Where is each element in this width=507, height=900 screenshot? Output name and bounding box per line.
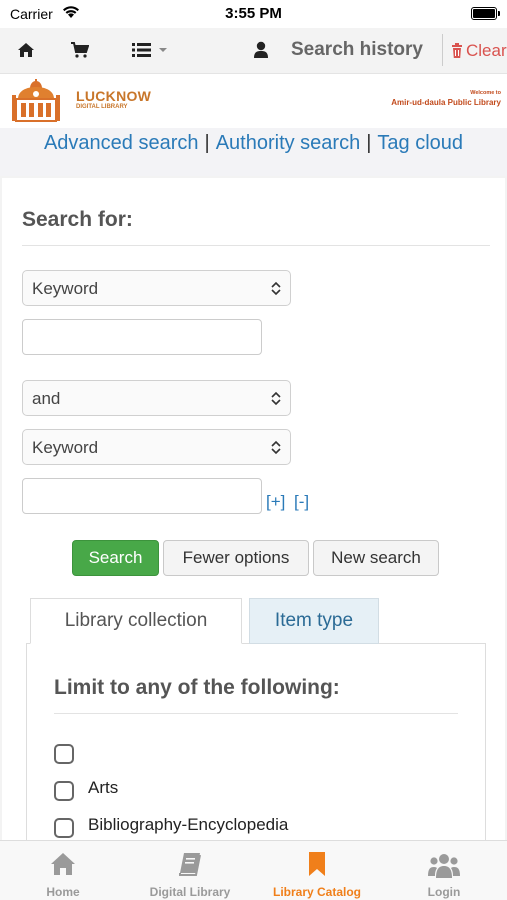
logo-title: LUCKNOW [76,88,152,104]
main-content: Search for: Keyword and Keyword [+] [-] … [0,176,507,843]
bottom-tab-bar: Home Digital Library Library Catalog Log… [0,840,507,900]
tab-digital-library[interactable]: Digital Library [127,841,253,900]
tab-label: Home [46,885,80,899]
search-for-heading: Search for: [22,208,133,231]
tab-label: Digital Library [149,885,231,899]
remove-field-link[interactable]: [-] [294,492,309,512]
search-button[interactable]: Search [72,540,159,576]
battery-icon [471,7,500,20]
select-value: Keyword [32,279,99,298]
bookmark-icon [254,851,380,879]
divider [22,245,490,246]
clock: 3:55 PM [225,5,282,22]
link-separator: | [366,132,372,154]
limit-checkbox-arts[interactable] [54,781,74,801]
authority-search-link[interactable]: Authority search [216,132,361,154]
trash-icon [451,43,463,63]
divider [442,34,443,66]
divider [54,713,458,714]
tab-label: Login [427,885,461,899]
search-history-link[interactable]: Search history [291,39,423,61]
advanced-search-link[interactable]: Advanced search [44,132,199,154]
select-value: Keyword [32,438,99,457]
add-field-link[interactable]: [+] [266,492,285,512]
cart-icon[interactable] [70,42,90,63]
field-2-index-select[interactable]: Keyword [22,429,291,465]
tab-library-catalog[interactable]: Library Catalog [254,841,380,900]
home-icon[interactable] [17,42,35,63]
library-logo-icon [12,79,60,128]
tab-item-type[interactable]: Item type [249,598,379,644]
users-icon [381,851,507,879]
limit-checkbox[interactable] [54,744,74,764]
top-nav: Search history Clear [0,28,507,74]
status-bar: Carrier 3:55 PM [0,0,507,28]
chevron-updown-icon [271,440,281,460]
tag-cloud-link[interactable]: Tag cloud [377,132,463,154]
chevron-updown-icon [271,281,281,301]
header-branding: LUCKNOW DIGITAL LIBRARY Welcome to Amir-… [0,74,507,128]
field-1-index-select[interactable]: Keyword [22,270,291,306]
advanced-search-form: Search for: Keyword and Keyword [+] [-] … [2,178,505,843]
search-term-input-1[interactable] [22,319,262,355]
chevron-updown-icon [271,391,281,411]
welcome-line-1: Welcome to [470,90,501,96]
limit-option-label: Arts [88,778,119,797]
limits-panel [26,643,486,843]
boolean-operator-select[interactable]: and [22,380,291,416]
link-separator: | [204,132,210,154]
clear-label: Clear [466,41,507,60]
fewer-options-button[interactable]: Fewer options [163,540,309,576]
welcome-line-2: Amir-ud-daula Public Library [391,98,501,107]
logo-subtitle: DIGITAL LIBRARY [76,104,128,110]
tab-login[interactable]: Login [381,841,507,900]
home-icon [0,851,126,879]
limit-option-label: Bibliography-Encyclopedia [88,815,289,834]
search-term-input-2[interactable] [22,478,262,514]
welcome-text: Welcome to Amir-ud-daula Public Library [391,90,501,107]
clear-history-link[interactable]: Clear [451,41,507,63]
new-search-button[interactable]: New search [313,540,439,576]
list-icon[interactable] [132,42,172,63]
tab-label: Library Catalog [272,885,362,899]
search-links: Advanced search | Authority search | Tag clo… [0,128,507,176]
user-icon[interactable] [253,41,269,64]
limit-checkbox-bibliography[interactable] [54,818,74,838]
tab-home[interactable]: Home [0,841,126,900]
select-value: and [32,389,61,408]
limit-heading: Limit to any of the following: [54,676,340,699]
tab-library-collection[interactable]: Library collection [30,598,242,644]
book-icon [127,851,253,879]
